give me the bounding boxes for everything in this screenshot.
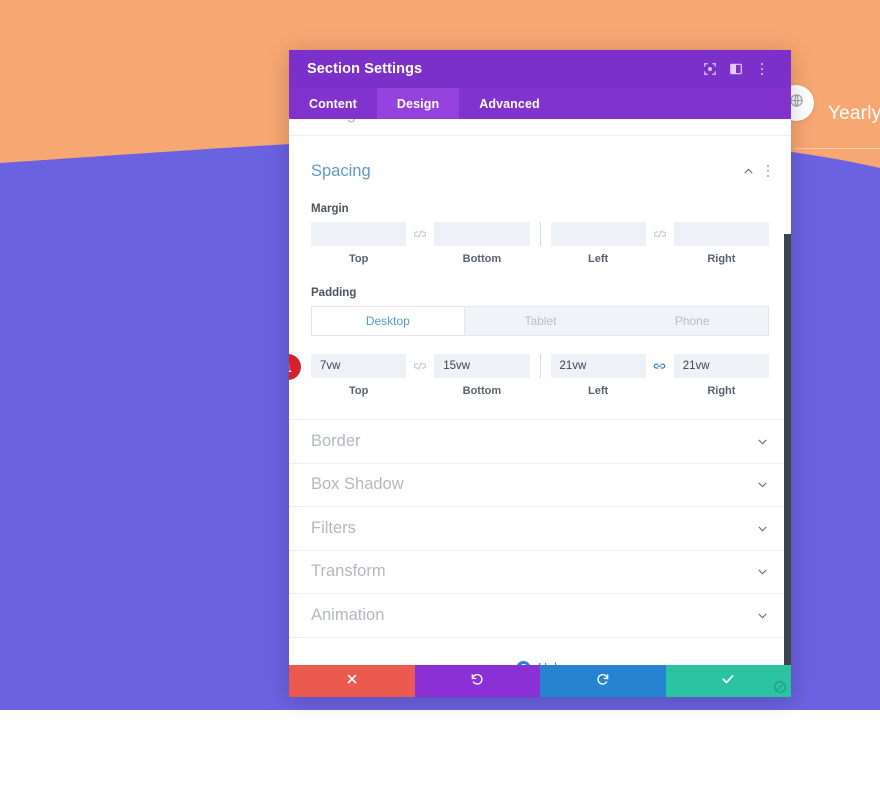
margin-right-caption: Right (707, 253, 736, 265)
chevron-down-icon (756, 478, 769, 491)
margin-left-right-unlink-icon[interactable] (646, 222, 674, 246)
section-border-label: Border (311, 431, 361, 450)
close-icon (346, 672, 358, 690)
undo-icon (470, 672, 484, 691)
redo-icon (596, 672, 610, 691)
fullscreen-icon[interactable] (697, 56, 723, 82)
divider (539, 222, 541, 246)
padding-responsive-tabs: Desktop Tablet Phone (311, 306, 769, 336)
section-filters-label: Filters (311, 518, 356, 537)
checkmark-icon (721, 672, 735, 691)
vertical-scrollbar[interactable] (784, 234, 791, 665)
padding-left-right-link-icon[interactable] (646, 354, 674, 378)
hero-divider (795, 148, 880, 149)
section-box-shadow-label: Box Shadow (311, 475, 404, 494)
padding-top-caption: Top (348, 385, 369, 397)
dots-vertical-glyph (766, 164, 769, 178)
redo-button[interactable] (540, 665, 666, 697)
hero-title: Yearly (828, 103, 880, 124)
divider (539, 354, 541, 378)
margin-bottom-caption: Bottom (462, 253, 502, 265)
margin-label: Margin (311, 203, 349, 215)
padding-fields: Top Bottom (311, 354, 769, 397)
chevron-down-icon (756, 609, 769, 622)
modal-footer (289, 665, 791, 697)
modal-title: Section Settings (307, 61, 423, 77)
padding-right-input[interactable] (673, 354, 769, 378)
section-settings-modal: Section Settings Content Design Advanced… (289, 50, 791, 697)
margin-top-caption: Top (348, 253, 369, 265)
chevron-down-icon (756, 435, 769, 448)
chevron-down-icon (756, 522, 769, 535)
padding-left-caption: Left (588, 385, 609, 397)
margin-fields: Top Bottom Left Right (311, 222, 769, 265)
modal-titlebar: Section Settings (289, 50, 791, 88)
section-spacing-header[interactable]: Spacing (311, 158, 769, 184)
section-sizing[interactable]: Sizing (289, 119, 791, 135)
section-spacing-label: Spacing (311, 161, 371, 180)
cancel-button[interactable] (289, 665, 415, 697)
responsive-tab-desktop[interactable]: Desktop (312, 307, 465, 335)
layout-columns-icon[interactable] (723, 56, 749, 82)
help-row[interactable]: ? Help (289, 636, 791, 665)
padding-top-bottom-unlink-icon[interactable] (406, 354, 434, 378)
spacing-more-options-icon[interactable] (766, 158, 769, 184)
dots-vertical-glyph (760, 62, 764, 76)
tab-content[interactable]: Content (289, 88, 377, 119)
responsive-tab-tablet[interactable]: Tablet (465, 307, 617, 335)
section-filters[interactable]: Filters (289, 506, 791, 550)
section-transform-label: Transform (311, 562, 386, 581)
modal-tabs: Content Design Advanced (289, 88, 791, 119)
chevron-down-icon (756, 565, 769, 578)
padding-bottom-caption: Bottom (462, 385, 502, 397)
tab-advanced[interactable]: Advanced (459, 88, 560, 119)
margin-top-bottom-unlink-icon[interactable] (406, 222, 434, 246)
section-transform[interactable]: Transform (289, 549, 791, 594)
section-animation-label: Animation (311, 605, 385, 624)
padding-right-caption: Right (707, 385, 736, 397)
padding-label: Padding (311, 287, 357, 299)
more-options-icon[interactable] (749, 56, 775, 82)
step-badge: 1 (289, 354, 301, 380)
margin-left-caption: Left (588, 253, 609, 265)
margin-top-input[interactable] (311, 222, 407, 246)
margin-right-input[interactable] (673, 222, 769, 246)
margin-left-input[interactable] (550, 222, 646, 246)
section-sizing-label: Sizing (311, 119, 356, 124)
chevron-up-icon[interactable] (742, 165, 755, 178)
padding-left-input[interactable] (550, 354, 646, 378)
tab-design[interactable]: Design (376, 88, 460, 119)
padding-top-input[interactable] (311, 354, 407, 378)
margin-bottom-input[interactable] (434, 222, 530, 246)
section-box-shadow[interactable]: Box Shadow (289, 462, 791, 507)
section-border[interactable]: Border (289, 419, 791, 463)
undo-button[interactable] (414, 665, 540, 697)
resize-handle[interactable] (772, 679, 788, 695)
modal-body: Sizing Spacing (289, 119, 791, 665)
responsive-tab-phone[interactable]: Phone (616, 307, 768, 335)
section-animation[interactable]: Animation (289, 593, 791, 637)
section-spacing: Spacing Margin Top Bottom Left Right Pad… (289, 136, 791, 419)
padding-bottom-input[interactable] (434, 354, 530, 378)
